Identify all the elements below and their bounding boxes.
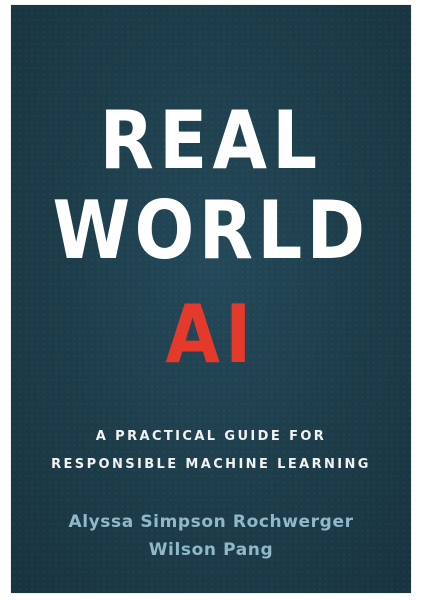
title-line-ai: AI: [165, 288, 257, 381]
subtitle-line-2: RESPONSIBLE MACHINE LEARNING: [51, 457, 371, 472]
title-line-real: REAL: [99, 94, 323, 187]
book-cover: REAL WORLD AI A PRACTICAL GUIDE FOR RESP…: [11, 5, 411, 593]
title-line-world: WORLD: [52, 184, 370, 277]
author-name-2: Wilson Pang: [148, 540, 274, 560]
subtitle-line-1: A PRACTICAL GUIDE FOR: [95, 429, 327, 444]
author-name-1: Alyssa Simpson Rochwerger: [68, 512, 354, 532]
